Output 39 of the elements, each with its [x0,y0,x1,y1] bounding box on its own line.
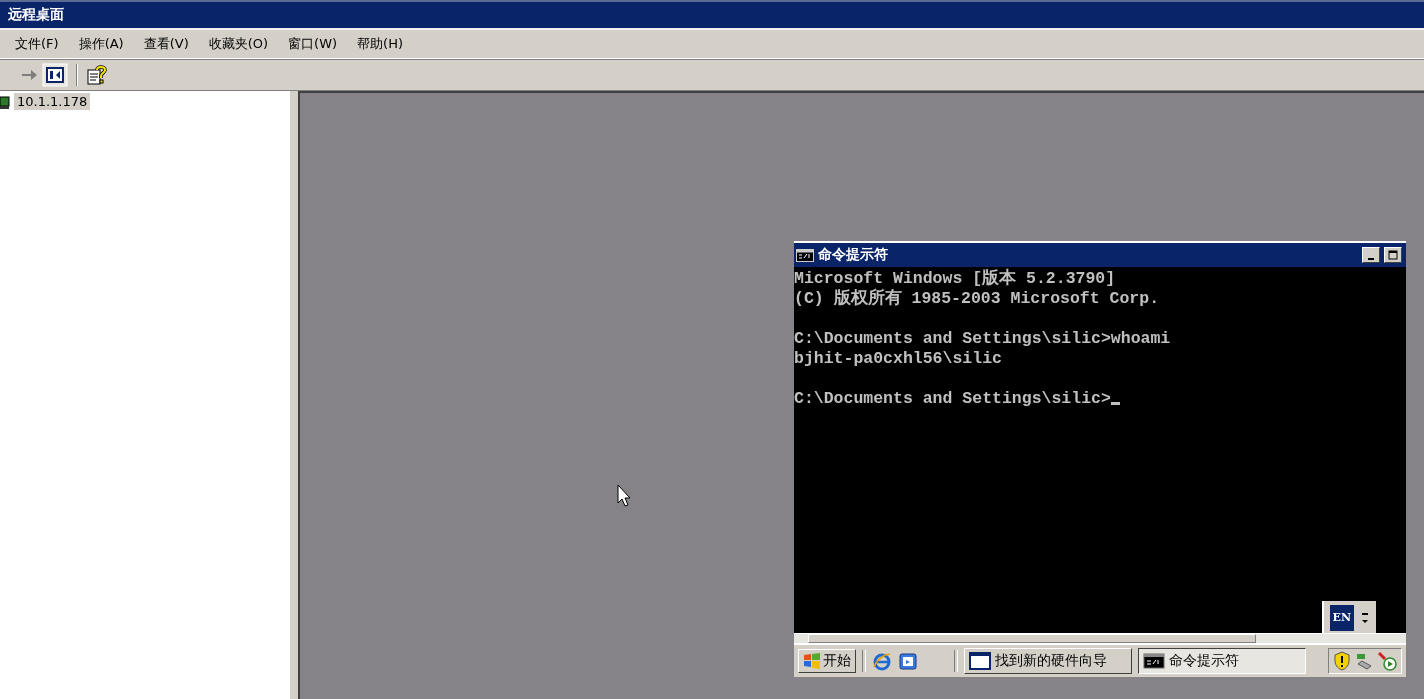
console-line: C:\Documents and Settings\silic>whoami [794,329,1171,348]
taskbar-button[interactable]: 找到新的硬件向导 [964,648,1132,674]
window-icon [969,652,991,670]
maximize-button[interactable] [1384,247,1402,263]
menu-item[interactable]: 查看(V) [136,32,196,56]
console-title: 命令提示符 [818,246,888,264]
menu-item[interactable]: 窗口(W) [281,32,345,56]
console-line: Microsoft Windows [版本 5.2.3790] [794,269,1116,288]
panel-toggle-icon[interactable] [42,63,68,87]
text-cursor-icon [1110,402,1120,405]
play-icon[interactable] [1377,651,1397,671]
desktop-icon[interactable] [898,651,918,671]
console-icon [796,248,814,262]
console-icon [1143,653,1165,669]
mouse-pointer-icon [617,484,631,508]
shield-icon[interactable] [1333,651,1351,671]
menu-item[interactable]: 帮助(H) [350,32,411,56]
minimize-button[interactable] [1362,247,1380,263]
help-icon[interactable] [86,64,108,86]
network-icon[interactable] [1354,651,1374,671]
language-indicator[interactable]: EN [1329,605,1354,631]
menu-item[interactable]: 收藏夹(O) [201,32,276,56]
options-caret-icon[interactable] [1360,610,1370,626]
browser-icon[interactable] [872,651,892,671]
menu-item[interactable]: 操作(A) [71,32,131,56]
console-line: (C) 版权所有 1985-2003 Microsoft Corp. [794,289,1160,308]
computer-icon [0,94,10,109]
taskbar-button[interactable]: 命令提示符 [1138,648,1306,674]
console-line: C:\Documents and Settings\silic> [794,389,1111,408]
maximize-icon [1388,250,1398,260]
menu-item[interactable]: 文件(F) [8,32,66,56]
start-button[interactable]: 开始 [798,649,856,673]
window-title: 远程桌面 [8,6,64,24]
windows-flag-icon [803,653,821,669]
horizontal-scrollbar[interactable] [794,633,1406,643]
console-line: bjhit-pa0cxhl56\silic [794,349,1002,368]
minimize-icon [1368,257,1374,260]
tree-item[interactable]: 10.1.1.178 [14,93,91,110]
forward-arrow-icon[interactable] [20,68,38,82]
